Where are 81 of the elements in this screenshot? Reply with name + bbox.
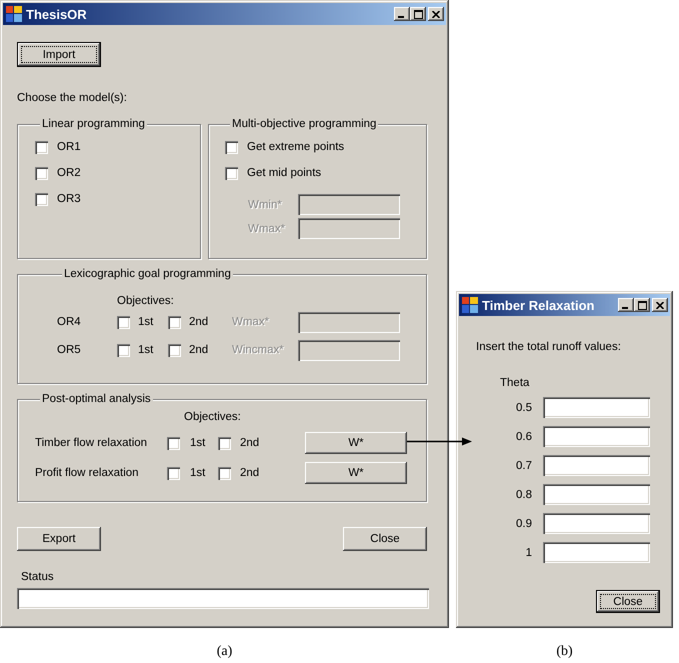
column-heading: Objectives: bbox=[117, 294, 175, 308]
input-field[interactable] bbox=[543, 513, 650, 534]
group-title: Post-optimal analysis bbox=[40, 392, 153, 406]
close-button[interactable] bbox=[428, 7, 444, 21]
checkbox-label[interactable]: OR1 bbox=[57, 141, 81, 153]
checkbox[interactable] bbox=[225, 166, 238, 180]
group-title: Linear programming bbox=[40, 117, 147, 131]
row-label: Timber flow relaxation bbox=[35, 437, 148, 449]
checkbox[interactable] bbox=[168, 344, 181, 356]
window-title: Timber Relaxation bbox=[482, 298, 594, 312]
maximize-icon bbox=[414, 10, 422, 18]
row-label: 0.6 bbox=[515, 430, 532, 442]
close-button[interactable]: Close bbox=[343, 527, 427, 551]
maximize-icon bbox=[638, 300, 646, 310]
checkbox-label[interactable]: 2nd bbox=[189, 316, 208, 328]
close-icon bbox=[432, 10, 440, 18]
app-icon bbox=[462, 297, 478, 313]
row-label: Profit flow relaxation bbox=[35, 467, 140, 479]
checkbox-label[interactable]: Get extreme points bbox=[247, 141, 344, 153]
row-label: OR4 bbox=[57, 316, 82, 328]
maximize-button[interactable] bbox=[634, 298, 650, 312]
input-field[interactable] bbox=[543, 484, 650, 505]
import-button[interactable]: Import bbox=[17, 42, 101, 67]
input-field[interactable] bbox=[543, 455, 650, 476]
field-label: Wmin* bbox=[248, 198, 283, 210]
checkbox-label[interactable]: Get mid points bbox=[247, 167, 322, 179]
checkbox[interactable] bbox=[35, 192, 48, 206]
row-label: 0.9 bbox=[515, 518, 532, 530]
close-button[interactable]: Close bbox=[596, 590, 660, 613]
connector-arrow bbox=[407, 437, 472, 446]
minimize-button[interactable] bbox=[618, 298, 634, 312]
checkbox-label[interactable]: 1st bbox=[138, 316, 154, 328]
row-label: OR5 bbox=[57, 344, 82, 356]
weight-button[interactable]: W* bbox=[305, 432, 407, 454]
checkbox-label[interactable]: 1st bbox=[138, 344, 154, 356]
group-title: Lexicographic goal programming bbox=[62, 267, 233, 281]
checkbox-label[interactable]: 2nd bbox=[189, 344, 208, 356]
group-title: Multi-objective programming bbox=[230, 117, 378, 131]
app-icon bbox=[6, 6, 22, 22]
checkbox[interactable] bbox=[35, 166, 48, 180]
instruction-text: Choose the model(s): bbox=[17, 91, 128, 105]
checkbox[interactable] bbox=[167, 436, 180, 450]
maximize-button[interactable] bbox=[410, 7, 426, 21]
column-heading: Theta bbox=[500, 376, 530, 390]
checkbox-label[interactable]: 2nd bbox=[240, 467, 260, 479]
status-label: Status bbox=[21, 570, 55, 584]
field-label: Wmax* bbox=[248, 222, 286, 234]
column-heading: Objectives: bbox=[184, 410, 242, 424]
checkbox-label[interactable]: 1st bbox=[190, 437, 206, 449]
figure-caption: (a) bbox=[216, 643, 234, 661]
close-button[interactable] bbox=[652, 298, 668, 312]
checkbox[interactable] bbox=[218, 436, 231, 450]
checkbox[interactable] bbox=[117, 344, 130, 356]
checkbox[interactable] bbox=[225, 140, 238, 154]
row-label: 1 bbox=[524, 546, 532, 558]
checkbox-label[interactable]: 2nd bbox=[240, 437, 260, 449]
checkbox[interactable] bbox=[35, 140, 48, 154]
minimize-icon bbox=[622, 307, 628, 309]
row-label: 0.7 bbox=[515, 460, 532, 472]
checkbox[interactable] bbox=[117, 316, 130, 328]
minimize-button[interactable] bbox=[394, 7, 410, 21]
input-field[interactable] bbox=[543, 397, 650, 418]
row-label: 0.5 bbox=[515, 402, 532, 414]
field-label: Wmax* bbox=[232, 316, 270, 328]
instruction-text: Insert the total runoff values: bbox=[476, 340, 622, 354]
export-button[interactable]: Export bbox=[17, 527, 101, 551]
close-icon bbox=[656, 302, 664, 308]
figure-caption: (b) bbox=[555, 643, 574, 661]
input-field[interactable] bbox=[543, 542, 650, 563]
field-label: Wincmax* bbox=[232, 344, 285, 356]
window-title: ThesisOR bbox=[26, 6, 87, 22]
minimize-icon bbox=[398, 16, 404, 18]
checkbox-label[interactable]: OR2 bbox=[57, 167, 81, 179]
weight-button[interactable]: W* bbox=[305, 462, 407, 484]
checkbox-label[interactable]: OR3 bbox=[57, 193, 81, 205]
checkbox[interactable] bbox=[168, 316, 181, 328]
row-label: 0.8 bbox=[515, 488, 532, 500]
checkbox[interactable] bbox=[218, 466, 231, 480]
checkbox-label[interactable]: 1st bbox=[190, 467, 206, 479]
input-field[interactable] bbox=[543, 426, 650, 447]
checkbox[interactable] bbox=[167, 466, 180, 480]
